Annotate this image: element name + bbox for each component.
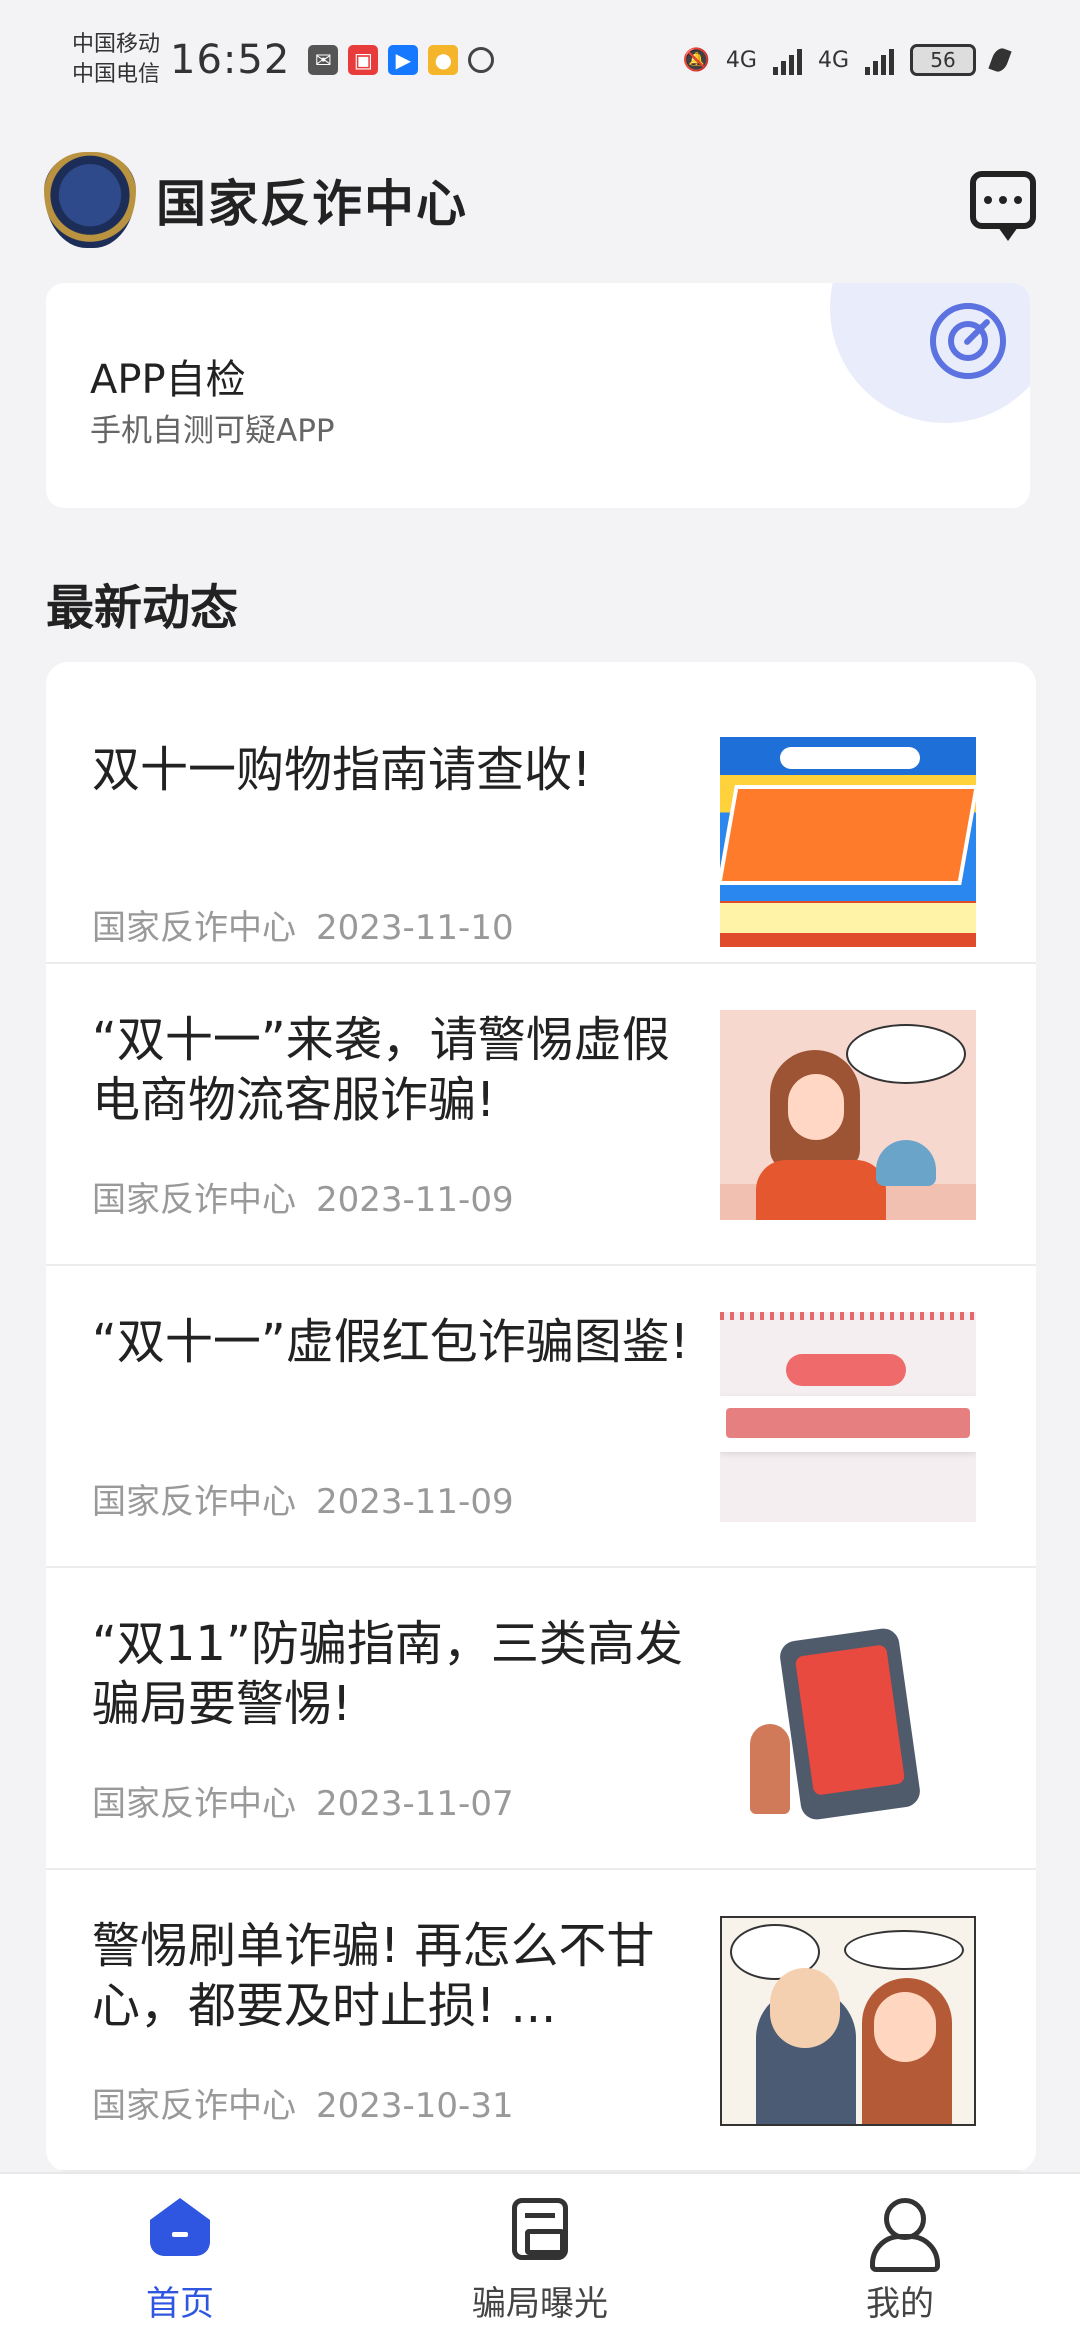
news-item[interactable]: “双十一”来袭，请警惕虚假电商物流客服诈骗! 国家反诈中心 2023-11-09 xyxy=(46,964,1036,1266)
document-icon xyxy=(508,2198,572,2262)
news-date: 2023-11-09 xyxy=(316,1482,514,1522)
notification-icons: ✉ ▣ ▶ ● xyxy=(308,45,495,75)
shield-badge-icon xyxy=(44,152,136,248)
home-icon xyxy=(148,2198,212,2262)
news-title: 警惕刷单诈骗! 再怎么不甘心，都要及时止损! ... xyxy=(92,1918,655,2034)
nav-scam-exposure-label: 骗局曝光 xyxy=(472,2284,608,2324)
news-item[interactable]: “双11”防骗指南，三类高发骗局要警惕! 国家反诈中心 2023-11-07 xyxy=(46,1568,1036,1870)
news-meta: 国家反诈中心 2023-10-31 xyxy=(92,2078,514,2127)
news-meta: 国家反诈中心 2023-11-09 xyxy=(92,1172,514,1221)
news-meta: 国家反诈中心 2023-11-10 xyxy=(92,900,514,949)
news-item[interactable]: “双十一”虚假红包诈骗图鉴! 国家反诈中心 2023-11-09 xyxy=(46,1266,1036,1568)
mute-bell-icon: 🔕 xyxy=(682,47,710,73)
eco-leaf-icon xyxy=(988,45,1012,75)
signal-icon xyxy=(772,45,802,75)
nav-profile-label: 我的 xyxy=(866,2284,934,2324)
news-title: “双11”防骗指南，三类高发骗局要警惕! xyxy=(92,1616,683,1732)
network-label-1: 4G xyxy=(725,47,757,73)
message-bubble-icon[interactable] xyxy=(970,171,1036,241)
news-list: 双十一购物指南请查收! 国家反诈中心 2023-11-10 “双十一”来袭，请警惕… xyxy=(46,662,1036,2172)
news-item[interactable]: 双十一购物指南请查收! 国家反诈中心 2023-11-10 xyxy=(46,662,1036,964)
carrier-info: 中国移动 中国电信 xyxy=(72,30,160,90)
news-source: 国家反诈中心 xyxy=(92,2086,296,2126)
app-header: 国家反诈中心 xyxy=(44,150,1036,250)
status-bar: 中国移动 中国电信 16:52 ✉ ▣ ▶ ● 🔕 4G 4G 56 xyxy=(0,0,1080,120)
news-item[interactable]: 警惕刷单诈骗! 再怎么不甘心，都要及时止损! ... 国家反诈中心 2023-10… xyxy=(46,1870,1036,2172)
news-thumbnail xyxy=(720,1916,976,2126)
nav-scam-exposure[interactable]: 骗局曝光 xyxy=(360,2174,720,2340)
network-label-2: 4G xyxy=(817,47,849,73)
news-thumbnail xyxy=(720,1010,976,1220)
app-check-subtitle: 手机自测可疑APP xyxy=(90,413,335,449)
navigation-notification-icon: ▶ xyxy=(388,45,419,75)
chat-notification-icon: ● xyxy=(428,45,459,75)
news-source: 国家反诈中心 xyxy=(92,1482,296,1522)
news-source: 国家反诈中心 xyxy=(92,1180,296,1220)
news-date: 2023-11-09 xyxy=(316,1180,514,1220)
news-thumbnail xyxy=(720,1312,976,1522)
app-title: 国家反诈中心 xyxy=(156,175,468,233)
news-date: 2023-11-10 xyxy=(316,908,514,948)
section-title: 最新动态 xyxy=(46,580,239,636)
status-time: 16:52 xyxy=(170,37,291,83)
carrier-1: 中国移动 xyxy=(72,32,161,57)
carrier-2: 中国电信 xyxy=(72,62,161,87)
taobao-notification-icon: ▣ xyxy=(348,45,379,75)
hotspot-icon xyxy=(468,47,495,73)
news-date: 2023-10-31 xyxy=(316,2086,514,2126)
app-check-card[interactable]: APP自检 手机自测可疑APP xyxy=(46,283,1030,508)
news-meta: 国家反诈中心 2023-11-07 xyxy=(92,1776,514,1825)
app-notification-icon: ✉ xyxy=(308,45,339,75)
signal-icon xyxy=(865,45,894,75)
user-icon xyxy=(868,2198,940,2272)
nav-home-label: 首页 xyxy=(146,2284,214,2324)
nav-profile[interactable]: 我的 xyxy=(720,2174,1080,2340)
battery-level: 56 xyxy=(930,48,956,72)
news-title: “双十一”虚假红包诈骗图鉴! xyxy=(92,1314,689,1370)
news-thumbnail xyxy=(720,1614,976,1824)
system-icons: 🔕 4G 4G 56 xyxy=(682,44,1012,76)
news-meta: 国家反诈中心 2023-11-09 xyxy=(92,1474,514,1523)
nav-home[interactable]: 首页 xyxy=(0,2174,360,2340)
news-thumbnail xyxy=(720,737,976,947)
news-title: 双十一购物指南请查收! xyxy=(92,742,592,798)
news-source: 国家反诈中心 xyxy=(92,908,296,948)
bottom-navigation: 首页 骗局曝光 我的 xyxy=(0,2172,1080,2340)
target-icon xyxy=(930,303,1006,379)
news-source: 国家反诈中心 xyxy=(92,1784,296,1824)
news-date: 2023-11-07 xyxy=(316,1784,514,1824)
news-title: “双十一”来袭，请警惕虚假电商物流客服诈骗! xyxy=(92,1012,670,1128)
battery-icon: 56 xyxy=(910,44,976,76)
app-check-title: APP自检 xyxy=(90,357,246,403)
